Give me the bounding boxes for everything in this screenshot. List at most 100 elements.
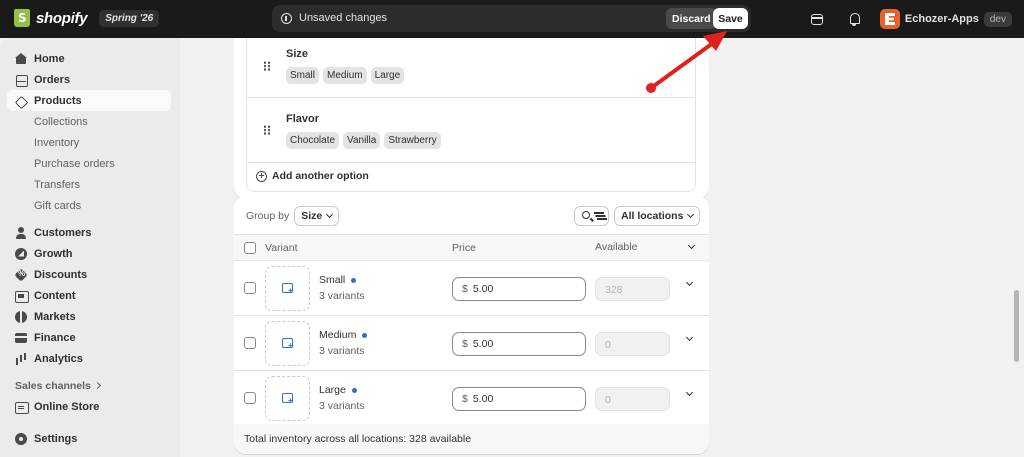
chevron-down-icon [687,210,695,219]
add-image-icon [282,338,293,350]
option-value-chip: Large [370,67,405,84]
sidebar-item-orders[interactable]: Orders [7,69,171,90]
drag-handle-icon[interactable] [263,125,271,135]
option-row-size[interactable]: Size Small Medium Large [247,38,695,98]
sidebar-item-home[interactable]: Home [7,48,171,69]
price-value: 5.00 [472,283,494,295]
variant-count: 3 variants [319,345,365,357]
group-by-value: Size [301,210,323,222]
plus-circle-icon [256,170,267,182]
locations-select[interactable]: All locations [614,206,701,226]
sidebar-item-finance[interactable]: Finance [7,327,171,348]
expand-row-chevron-icon[interactable] [685,278,694,287]
sidebar-item-label: Online Store [34,400,100,413]
brand-name: shopify [36,9,88,27]
save-button[interactable]: Save [713,8,748,29]
option-value-chip: Vanilla [343,132,381,149]
sidebar-item-online-store[interactable]: Online Store [7,396,171,417]
info-icon [281,13,292,24]
store-avatar [879,9,900,29]
expand-row-chevron-icon[interactable] [685,333,694,342]
sidebar-item-label: Analytics [34,352,83,365]
sidebar-subitem-gift-cards[interactable]: Gift cards [7,195,171,216]
price-input[interactable]: $5.00 [452,332,586,356]
page-scrollbar[interactable] [1014,290,1019,362]
sidebar-item-settings[interactable]: Settings [7,428,171,449]
dev-badge: dev [983,11,1012,27]
sidebar-subitem-purchase-orders[interactable]: Purchase orders [7,153,171,174]
sidebar-item-label: Growth [34,247,73,260]
orders-icon [15,74,28,87]
column-header-available: Available [595,241,638,253]
option-value-chip: Chocolate [286,132,340,149]
option-name: Size [286,48,309,60]
sidebar-nav: Home Orders Products Collections Invento… [7,48,171,449]
variant-image-placeholder[interactable] [265,321,310,366]
discard-button[interactable]: Discard [666,8,717,29]
price-input[interactable]: $5.00 [452,277,586,301]
sidebar-item-analytics[interactable]: Analytics [7,348,171,369]
main-content: Size Small Medium Large Flavor Chocolate… [180,38,1024,457]
sidebar-item-content[interactable]: Content [7,285,171,306]
store-icon[interactable] [804,7,828,31]
available-input: 0 [595,387,670,411]
shopify-logo[interactable]: shopify Spring '26 [14,9,160,27]
group-by-select[interactable]: Size [294,206,340,226]
sidebar-item-label: Customers [34,226,92,239]
shopify-bag-icon [14,9,30,27]
account-menu[interactable]: Echozer-Apps dev [879,9,1012,29]
unsaved-changes-label: Unsaved changes [299,12,388,24]
variant-name-text: Medium [319,329,357,341]
bell-icon[interactable] [842,7,866,31]
table-row[interactable]: Large 3 variants $5.00 0 [234,371,709,426]
sidebar-item-products[interactable]: Products [7,90,171,111]
group-by: Group by Size [246,206,340,226]
option-row-flavor[interactable]: Flavor Chocolate Vanilla Strawberry [247,98,695,163]
unsaved-changes-bar: Unsaved changes Discard Save [272,5,751,32]
sidebar-item-customers[interactable]: Customers [7,222,171,243]
sidebar-subitem-collections[interactable]: Collections [7,111,171,132]
variant-image-placeholder[interactable] [265,266,310,311]
variant-name-text: Small [319,274,346,286]
unsaved-dot [362,332,368,338]
expand-all-chevron-icon[interactable] [687,241,696,250]
variant-image-placeholder[interactable] [265,376,310,421]
add-another-option-button[interactable]: Add another option [256,170,369,182]
unsaved-dot [351,277,357,283]
option-values: Small Medium Large [286,67,405,84]
currency-symbol: $ [462,338,468,350]
sidebar-item-label: Markets [34,310,76,323]
option-value-chip: Medium [323,67,367,84]
search-filter-button[interactable] [574,206,609,226]
sidebar-subitem-inventory[interactable]: Inventory [7,132,171,153]
sidebar-item-growth[interactable]: Growth [7,243,171,264]
chevron-right-icon [93,381,101,390]
sales-channels-header[interactable]: Sales channels [7,375,171,396]
content-icon [15,290,29,303]
bar-chart-icon [15,353,27,365]
sidebar-item-markets[interactable]: Markets [7,306,171,327]
price-input[interactable]: $5.00 [452,387,586,411]
sidebar: Home Orders Products Collections Invento… [0,38,180,457]
filter-icon [594,212,604,214]
row-checkbox[interactable] [244,282,256,294]
sidebar-item-label: Content [34,289,76,302]
sidebar-item-label: Settings [34,432,78,445]
sidebar-item-discounts[interactable]: Discounts [7,264,171,285]
variants-table-header: Variant Price Available [234,234,709,261]
row-checkbox[interactable] [244,337,256,349]
top-right-actions: Echozer-Apps dev [804,7,1012,31]
select-all-checkbox[interactable] [244,242,256,254]
table-row[interactable]: Medium 3 variants $5.00 0 [234,316,709,371]
chevron-down-icon [326,210,334,219]
variant-name-text: Large [319,384,346,396]
variants-card: Group by Size All locations Variant Pric… [234,196,709,454]
sidebar-subitem-transfers[interactable]: Transfers [7,174,171,195]
unsaved-dot [351,387,357,393]
drag-handle-icon[interactable] [263,61,271,71]
expand-row-chevron-icon[interactable] [685,388,694,397]
home-icon [15,52,27,65]
row-checkbox[interactable] [244,392,256,404]
table-row[interactable]: Small 3 variants $5.00 328 [234,261,709,316]
variant-name: Medium [319,329,368,341]
